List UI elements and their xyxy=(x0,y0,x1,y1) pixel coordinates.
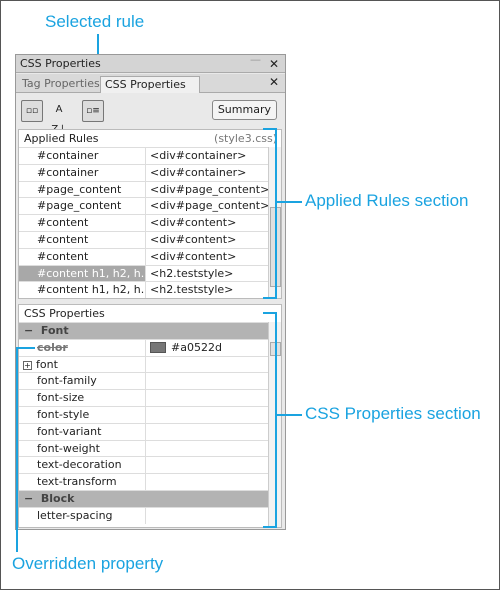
rule-selector: #container xyxy=(19,148,146,164)
toolbar: ▫▫ A Z↓ ▫≡ Summary xyxy=(16,94,285,135)
callout-applied-rules: Applied Rules section xyxy=(305,191,469,210)
rule-selector: #content xyxy=(19,231,146,248)
rule-row[interactable]: #content <div#content> xyxy=(19,214,268,231)
rule-selector: #page_content xyxy=(19,181,146,198)
rule-row[interactable]: #page_content <div#page_content> xyxy=(19,197,268,215)
close-tab-icon[interactable]: ✕ xyxy=(269,75,279,89)
property-name: text-transform xyxy=(37,475,117,489)
property-value[interactable]: #a0522d xyxy=(171,341,222,354)
category-name: Block xyxy=(40,491,75,505)
bracket xyxy=(275,312,277,528)
rule-tag: <div#container> xyxy=(150,149,247,162)
applied-rules-section: Applied Rules (style3.css) #container <div… xyxy=(18,129,282,299)
rule-tag: <div#container> xyxy=(150,165,247,179)
property-name: font xyxy=(36,357,58,371)
rule-tag: <h2.teststyle> xyxy=(150,266,234,280)
rule-row[interactable]: #page_content <div#page_content> xyxy=(19,180,268,198)
property-row[interactable]: font-variant xyxy=(19,422,268,440)
rule-tag: <div#content> xyxy=(150,232,237,246)
callout-css-properties: CSS Properties section xyxy=(305,404,481,423)
sort-alpha-icon[interactable]: A Z↓ xyxy=(48,100,70,135)
rule-row[interactable]: #content h1, h2, h... <h2.teststyle> xyxy=(19,281,268,299)
css-properties-title: CSS Properties xyxy=(24,307,105,320)
callout-line xyxy=(16,347,18,552)
tab-tag-properties[interactable]: Tag Properties xyxy=(18,76,104,93)
rule-tag: <div#content> xyxy=(150,249,237,263)
rule-row[interactable]: #content h1, h2, h... <h2.teststyle> xyxy=(19,264,268,282)
bracket xyxy=(263,526,277,528)
property-row[interactable]: font-family xyxy=(19,372,268,390)
property-name: font-weight xyxy=(37,441,100,455)
stylesheet-name: (style3.css) xyxy=(214,132,277,145)
expand-icon[interactable]: + xyxy=(23,360,32,370)
property-row[interactable]: + font xyxy=(19,355,268,373)
property-row[interactable]: letter-spacing xyxy=(19,506,268,524)
property-row[interactable]: font-style xyxy=(19,405,268,423)
summary-button[interactable]: Summary xyxy=(211,100,277,120)
tab-css-properties[interactable]: CSS Properties xyxy=(100,76,200,93)
property-row[interactable]: text-transform xyxy=(19,473,268,490)
category-header[interactable]: − Font xyxy=(19,322,268,339)
rule-selector: #content h1, h2, h... xyxy=(19,265,146,282)
minimize-icon[interactable]: — xyxy=(250,53,261,66)
property-row[interactable]: font-size xyxy=(19,389,268,406)
rule-tag: <div#page_content> xyxy=(150,199,268,213)
property-name: font-variant xyxy=(37,424,102,438)
property-name: font-style xyxy=(37,407,90,421)
rule-selector: #content xyxy=(19,215,146,231)
rule-selector: #container xyxy=(19,164,146,181)
rule-tag: <div#content> xyxy=(150,216,237,230)
collapse-icon[interactable]: − xyxy=(24,324,33,337)
property-row[interactable]: text-decoration xyxy=(19,456,268,474)
category-view-icon[interactable]: ▫▫ xyxy=(21,100,43,122)
css-properties-panel: CSS Properties — ✕ Tag Properties CSS Pr… xyxy=(15,53,286,530)
rule-selector: #page_content xyxy=(19,198,146,215)
close-icon[interactable]: ✕ xyxy=(269,57,279,71)
property-row[interactable]: color #a0522d xyxy=(19,338,268,356)
panel-title: CSS Properties xyxy=(20,57,101,70)
property-name: text-decoration xyxy=(37,458,122,472)
callout-overridden: Overridden property xyxy=(12,554,164,573)
bracket xyxy=(277,414,302,416)
rule-row[interactable]: #container <div#container> xyxy=(19,163,268,181)
rule-row[interactable]: #content <div#content> xyxy=(19,247,268,265)
applied-rules-title: Applied Rules xyxy=(24,132,99,145)
callout-selected-rule: Selected rule xyxy=(45,12,145,31)
rule-tag: <div#page_content> xyxy=(150,182,268,196)
color-swatch[interactable] xyxy=(150,342,166,354)
rule-selector: #content xyxy=(19,248,146,265)
rule-tag: <h2.teststyle> xyxy=(150,283,234,297)
collapse-icon[interactable]: − xyxy=(24,492,33,505)
rule-selector: #content h1, h2, h... xyxy=(19,282,146,299)
bracket xyxy=(275,128,277,299)
callout-line xyxy=(16,347,35,349)
set-properties-view-icon[interactable]: ▫≡ xyxy=(82,100,104,122)
category-name: Font xyxy=(40,324,69,337)
rule-row[interactable]: #content <div#content> xyxy=(19,230,268,248)
panel-titlebar: CSS Properties — ✕ xyxy=(16,53,285,73)
property-name: color xyxy=(37,340,68,354)
bracket xyxy=(263,297,277,299)
property-name: font-family xyxy=(37,374,97,388)
category-header[interactable]: − Block xyxy=(19,489,268,507)
property-name: letter-spacing xyxy=(37,508,113,522)
css-properties-section: CSS Properties − Font color #a0522d + font fo… xyxy=(18,304,282,528)
property-name: font-size xyxy=(37,391,85,405)
rule-row[interactable]: #container <div#container> xyxy=(19,147,268,164)
property-row[interactable]: font-weight xyxy=(19,439,268,457)
tab-bar: Tag Properties CSS Properties ✕ xyxy=(16,74,285,93)
bracket xyxy=(277,201,302,203)
